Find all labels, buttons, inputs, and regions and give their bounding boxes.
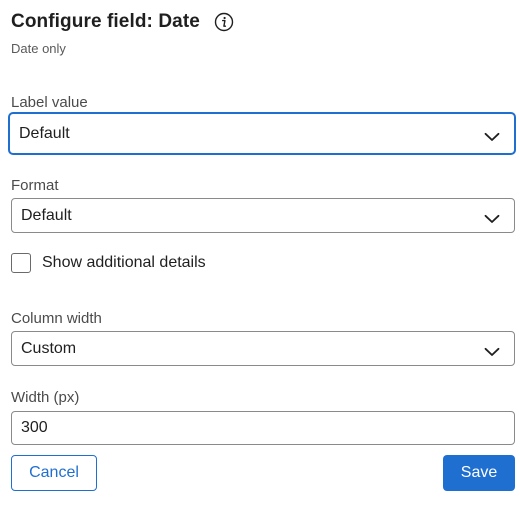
additional-details-checkbox[interactable] xyxy=(11,253,31,273)
panel-subtitle: Date only xyxy=(11,41,66,56)
chevron-down-icon xyxy=(484,344,500,356)
cancel-button[interactable]: Cancel xyxy=(11,455,97,491)
additional-details-label[interactable]: Show additional details xyxy=(42,254,206,272)
label-value-label: Label value xyxy=(11,94,88,111)
label-value-selected: Default xyxy=(19,124,70,142)
panel-header: Configure field: Date xyxy=(11,10,517,34)
format-select[interactable]: Default xyxy=(11,198,515,233)
chevron-down-icon xyxy=(484,211,500,223)
label-value-select[interactable]: Default xyxy=(9,113,515,154)
action-buttons: Cancel Save xyxy=(11,455,515,491)
additional-details-row: Show additional details xyxy=(11,252,517,274)
width-px-input[interactable] xyxy=(11,411,515,445)
format-selected: Default xyxy=(21,206,72,224)
column-width-select[interactable]: Custom xyxy=(11,331,515,366)
save-button[interactable]: Save xyxy=(443,455,515,491)
column-width-selected: Custom xyxy=(21,339,77,357)
info-icon[interactable] xyxy=(214,12,234,32)
panel-title: Configure field: Date xyxy=(11,11,200,32)
column-width-label: Column width xyxy=(11,310,102,327)
chevron-down-icon xyxy=(484,129,500,141)
format-label: Format xyxy=(11,177,59,194)
configure-field-panel: Configure field: Date Date only Label va… xyxy=(9,0,517,445)
width-px-label: Width (px) xyxy=(11,389,80,406)
